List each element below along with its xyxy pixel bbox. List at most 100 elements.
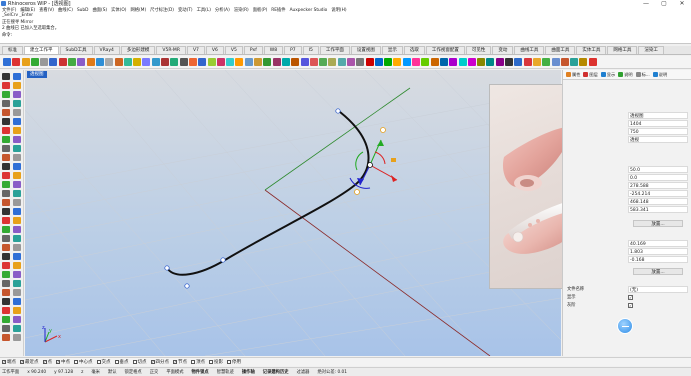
- left-tool-icon[interactable]: [13, 181, 21, 188]
- toolbar-tool-icon[interactable]: [486, 58, 495, 66]
- left-tool-icon[interactable]: [2, 226, 10, 233]
- osnap-option[interactable]: 中心点: [74, 359, 93, 365]
- left-tool-icon[interactable]: [2, 217, 10, 224]
- toolbar-tab[interactable]: 建立工作平: [24, 46, 59, 54]
- panel-row-value[interactable]: 583.341: [628, 206, 688, 213]
- toolbar-tab[interactable]: 选取: [403, 46, 425, 54]
- panel-row-value[interactable]: 40.169: [628, 240, 688, 247]
- toolbar-tool-icon[interactable]: [68, 58, 77, 66]
- left-tool-icon[interactable]: [13, 190, 21, 197]
- panel-tab[interactable]: 说明: [618, 72, 633, 78]
- panel-tab[interactable]: 属性: [566, 72, 580, 78]
- toolbar-tool-icon[interactable]: [439, 58, 448, 66]
- osnap-checkbox[interactable]: ✓: [42, 360, 47, 364]
- viewport-title[interactable]: 透视图: [27, 71, 47, 78]
- toolbar-tab[interactable]: SubD工具: [59, 46, 93, 54]
- status-grid-snap[interactable]: 锁定格点: [125, 369, 142, 375]
- toolbar-tool-icon[interactable]: [374, 58, 383, 66]
- panel-row-value[interactable]: 50.0: [628, 166, 688, 173]
- toolbar-tab[interactable]: 曲面工具: [545, 46, 576, 54]
- left-tool-icon[interactable]: [2, 154, 10, 161]
- osnap-option[interactable]: ✓ 最近点: [20, 359, 39, 365]
- toolbar-tool-icon[interactable]: [95, 58, 104, 66]
- osnap-option[interactable]: 切点: [132, 359, 147, 365]
- toolbar-tab[interactable]: 曲线工具: [514, 46, 545, 54]
- status-planar[interactable]: 平面模式: [166, 369, 183, 375]
- menu-item[interactable]: Auxpecker Studio: [290, 8, 328, 13]
- toolbar-tool-icon[interactable]: [114, 58, 123, 66]
- left-tool-icon[interactable]: [2, 190, 10, 197]
- toolbar-tool-icon[interactable]: [30, 58, 39, 66]
- toolbar-tool-icon[interactable]: [161, 58, 170, 66]
- toolbar-tool-icon[interactable]: [579, 58, 588, 66]
- toolbar-tool-icon[interactable]: [337, 58, 346, 66]
- toolbar-tool-icon[interactable]: [393, 58, 402, 66]
- left-tool-icon[interactable]: [13, 271, 21, 278]
- minimize-button[interactable]: —: [637, 0, 655, 7]
- toolbar-tool-icon[interactable]: [384, 58, 393, 66]
- left-tool-icon[interactable]: [13, 91, 21, 98]
- left-tool-icon[interactable]: [2, 118, 10, 125]
- left-tool-icon[interactable]: [2, 298, 10, 305]
- toolbar-tool-icon[interactable]: [254, 58, 263, 66]
- toolbar-tool-icon[interactable]: [216, 58, 225, 66]
- toolbar-tool-icon[interactable]: [346, 58, 355, 66]
- left-tool-icon[interactable]: [13, 325, 21, 332]
- left-tool-icon[interactable]: [2, 325, 10, 332]
- toolbar-tab[interactable]: 可见性: [465, 46, 492, 54]
- place-button[interactable]: 放置...: [633, 220, 683, 227]
- toolbar-tool-icon[interactable]: [58, 58, 67, 66]
- panel-row-value[interactable]: 1404: [628, 120, 688, 127]
- toolbar-tool-icon[interactable]: [272, 58, 281, 66]
- osnap-option[interactable]: ✓ 节点: [173, 359, 187, 365]
- left-tool-icon[interactable]: [2, 262, 10, 269]
- panel-row-value[interactable]: 0.0: [628, 174, 688, 181]
- panel-row-value[interactable]: 750: [628, 128, 688, 135]
- left-tool-icon[interactable]: [2, 199, 10, 206]
- toolbar-tool-icon[interactable]: [300, 58, 309, 66]
- status-gumball[interactable]: 操作轴: [242, 369, 255, 375]
- left-tool-icon[interactable]: [13, 289, 21, 296]
- command-prompt[interactable]: 命令:: [2, 33, 691, 40]
- toolbar-tab[interactable]: V5: [224, 46, 243, 54]
- toolbar-tab[interactable]: 多边形建模: [120, 46, 156, 54]
- toolbar-tool-icon[interactable]: [235, 58, 244, 66]
- panel-row-value[interactable]: 1.803: [628, 248, 688, 255]
- status-osnap[interactable]: 物件锁点: [192, 369, 209, 375]
- toolbar-tool-icon[interactable]: [40, 58, 49, 66]
- left-tool-icon[interactable]: [13, 226, 21, 233]
- osnap-checkbox[interactable]: [227, 360, 231, 364]
- left-tool-icon[interactable]: [2, 271, 10, 278]
- osnap-checkbox[interactable]: [96, 360, 101, 364]
- left-tool-icon[interactable]: [13, 298, 21, 305]
- left-tool-icon[interactable]: [2, 172, 10, 179]
- left-tool-icon[interactable]: [13, 82, 21, 89]
- left-tool-icon[interactable]: [2, 163, 10, 170]
- panel-tab[interactable]: 显示: [600, 72, 615, 78]
- toolbar-tool-icon[interactable]: [105, 58, 114, 66]
- left-tool-icon[interactable]: [13, 172, 21, 179]
- toolbar-tool-icon[interactable]: [77, 58, 86, 66]
- toolbar-tool-icon[interactable]: [449, 58, 458, 66]
- toolbar-tool-icon[interactable]: [532, 58, 541, 66]
- toolbar-tool-icon[interactable]: [188, 58, 197, 66]
- toolbar-tab[interactable]: 工作平面: [319, 46, 350, 54]
- toolbar-tab[interactable]: 渲染工: [638, 46, 664, 54]
- left-tool-icon[interactable]: [2, 136, 10, 143]
- panel-tab[interactable]: 图层: [583, 72, 598, 78]
- toolbar-tab[interactable]: P7: [284, 46, 302, 54]
- toolbar-tab[interactable]: W8: [263, 46, 284, 54]
- left-tool-icon[interactable]: [13, 307, 21, 314]
- toolbar-tool-icon[interactable]: [430, 58, 439, 66]
- osnap-checkbox[interactable]: ✓: [173, 360, 177, 364]
- toolbar-tool-icon[interactable]: [151, 58, 160, 66]
- left-tool-icon[interactable]: [2, 334, 10, 341]
- left-tool-icon[interactable]: [13, 73, 21, 80]
- panel-row-value[interactable]: 透视: [628, 136, 688, 143]
- osnap-option[interactable]: ✓ 端点: [2, 359, 16, 365]
- toolbar-tab[interactable]: VRay4: [93, 46, 120, 54]
- osnap-option[interactable]: ✓ 中点: [56, 359, 70, 365]
- status-smarttrack[interactable]: 智慧轨迹: [217, 369, 234, 375]
- left-tool-icon[interactable]: [2, 316, 10, 323]
- toolbar-tool-icon[interactable]: [328, 58, 337, 66]
